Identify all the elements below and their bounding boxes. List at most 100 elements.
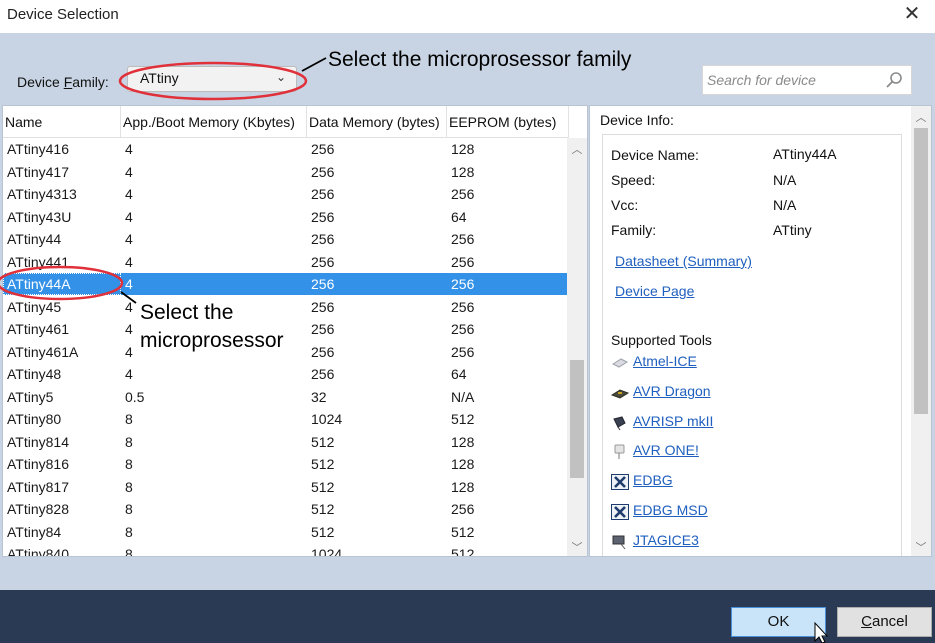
table-row[interactable]: ATtiny48 4 256 64	[3, 363, 569, 385]
table-row[interactable]: ATtiny43U 4 256 64	[3, 206, 569, 228]
table-row[interactable]: ATtiny4313 4 256 256	[3, 183, 569, 205]
column-header-eeprom[interactable]: EEPROM (bytes)	[447, 106, 569, 138]
cell-data-memory: 512	[311, 456, 335, 472]
cell-name: ATtiny417	[7, 163, 69, 180]
scroll-thumb[interactable]	[570, 360, 584, 478]
cell-data-memory: 256	[311, 208, 335, 225]
table-row[interactable]: ATtiny840 8 1024 512	[3, 543, 569, 557]
cell-data-memory: 512	[311, 478, 335, 495]
family-annotation: Select the microprosessor family	[328, 48, 632, 71]
table-row[interactable]: ATtiny817 8 512 128	[3, 476, 569, 498]
cell-app-memory: 4	[125, 208, 133, 225]
cell-name: ATtiny814	[7, 433, 69, 450]
supported-tools-header: Supported Tools	[611, 332, 712, 348]
cell-name: ATtiny45	[7, 298, 62, 315]
cell-name: ATtiny48	[7, 366, 62, 382]
device-family-value: ATtiny	[140, 70, 179, 86]
table-row[interactable]: ATtiny816 8 512 128	[3, 453, 569, 475]
cell-app-memory: 4	[125, 298, 133, 315]
table-row[interactable]: ATtiny814 8 512 128	[3, 431, 569, 453]
table-row[interactable]: ATtiny461A 4 256 256	[3, 341, 569, 363]
avrisp-icon	[613, 416, 626, 431]
table-scrollbar[interactable]: ︿ ﹀	[567, 138, 587, 556]
cell-data-memory: 256	[311, 231, 335, 247]
table-row[interactable]: ATtiny828 8 512 256	[3, 498, 569, 520]
cell-name: ATtiny43U	[7, 208, 72, 225]
cell-eeprom: 128	[451, 163, 475, 180]
scroll-up-icon[interactable]: ︿	[567, 140, 587, 160]
cell-data-memory: 256	[311, 253, 335, 270]
tool-atmel-ice[interactable]: Atmel-ICE	[611, 353, 791, 373]
search-input[interactable]	[707, 70, 877, 90]
table-row[interactable]: ATtiny80 8 1024 512	[3, 408, 569, 430]
cell-data-memory: 256	[311, 163, 335, 180]
table-row[interactable]: ATtiny461 4 256 256	[3, 318, 569, 340]
cell-eeprom: 128	[451, 141, 475, 157]
cell-data-memory: 256	[311, 366, 335, 382]
table-row[interactable]: ATtiny441 4 256 256	[3, 251, 569, 273]
tool-name: JTAGICE3	[633, 532, 699, 548]
cell-name: ATtiny840	[7, 546, 69, 557]
cell-eeprom: 256	[451, 501, 475, 517]
tool-name: EDBG MSD	[633, 502, 708, 518]
cell-name: ATtiny461	[7, 321, 69, 337]
scroll-down-icon[interactable]: ﹀	[567, 538, 587, 556]
device-search[interactable]	[702, 65, 912, 95]
device-family-select[interactable]: ATtiny ⌄	[127, 66, 297, 92]
tool-edbg[interactable]: EDBG	[611, 472, 791, 492]
cell-data-memory: 256	[311, 343, 335, 360]
cell-app-memory: 4	[125, 186, 133, 202]
column-header-app-memory[interactable]: App./Boot Memory (Kbytes)	[121, 106, 307, 138]
column-header-data-memory[interactable]: Data Memory (bytes)	[307, 106, 447, 138]
tool-name: AVR ONE!	[633, 442, 699, 458]
cell-app-memory: 8	[125, 433, 133, 450]
device-family-label-rest: amily:	[72, 74, 109, 90]
table-row[interactable]: ATtiny44 4 256 256	[3, 228, 569, 250]
device-annotation-line1: Select the	[140, 301, 234, 324]
table-row[interactable]: ATtiny45 4 256 256	[3, 296, 569, 318]
device-family-label-mnemonic: F	[63, 74, 73, 90]
cell-eeprom: 256	[451, 253, 475, 270]
table-row[interactable]: ATtiny417 4 256 128	[3, 161, 569, 183]
tool-edbg-msd[interactable]: EDBG MSD	[611, 502, 791, 522]
cell-name: ATtiny817	[7, 478, 69, 495]
table-row[interactable]: ATtiny44A 4 256 256	[3, 273, 569, 295]
cancel-button[interactable]: Cancel	[837, 607, 932, 637]
tool-jtagice3[interactable]: JTAGICE3	[611, 532, 791, 552]
datasheet-link[interactable]: Datasheet (Summary)	[615, 253, 752, 269]
cell-name: ATtiny828	[7, 501, 69, 517]
cell-data-memory: 256	[311, 276, 335, 292]
device-info-header: Device Info:	[600, 112, 674, 128]
field-label-speed: Speed:	[611, 172, 656, 188]
scroll-thumb[interactable]	[914, 128, 928, 414]
scroll-down-icon[interactable]: ﹀	[911, 538, 931, 556]
tool-avr-one[interactable]: AVR ONE!	[611, 442, 791, 462]
cancel-mnemonic: C	[861, 613, 872, 630]
edbg-msd-icon	[611, 504, 629, 520]
tool-avr-dragon[interactable]: AVR Dragon	[611, 383, 791, 403]
table-row[interactable]: ATtiny84 8 512 512	[3, 521, 569, 543]
cell-data-memory: 512	[311, 501, 335, 517]
device-family-label: Device Family:	[17, 74, 109, 90]
atmel-ice-icon	[611, 358, 629, 368]
avr-dragon-icon	[611, 389, 629, 399]
column-header-name[interactable]: Name	[3, 106, 121, 138]
jtagice3-icon	[612, 535, 626, 550]
tool-avrisp-mkii[interactable]: AVRISP mkII	[611, 413, 791, 433]
info-scrollbar[interactable]: ︿ ﹀	[911, 106, 931, 556]
table-row[interactable]: ATtiny416 4 256 128	[3, 138, 569, 160]
cell-app-memory: 4	[125, 253, 133, 270]
device-page-link[interactable]: Device Page	[615, 283, 694, 299]
cell-eeprom: 256	[451, 186, 475, 202]
scroll-up-icon[interactable]: ︿	[911, 108, 931, 128]
close-icon[interactable]: ✕	[901, 3, 923, 25]
search-icon[interactable]	[885, 71, 903, 89]
cell-app-memory: 4	[125, 231, 133, 247]
cell-eeprom: 512	[451, 523, 475, 540]
cell-app-memory: 8	[125, 546, 133, 557]
cell-app-memory: 8	[125, 501, 133, 517]
field-value-device-name: ATtiny44A	[773, 146, 837, 162]
table-row[interactable]: ATtiny5 0.5 32 N/A	[3, 386, 569, 408]
ok-button[interactable]: OK	[731, 607, 826, 637]
device-info-panel: Device Info: Device Name: ATtiny44A Spee…	[589, 105, 932, 557]
